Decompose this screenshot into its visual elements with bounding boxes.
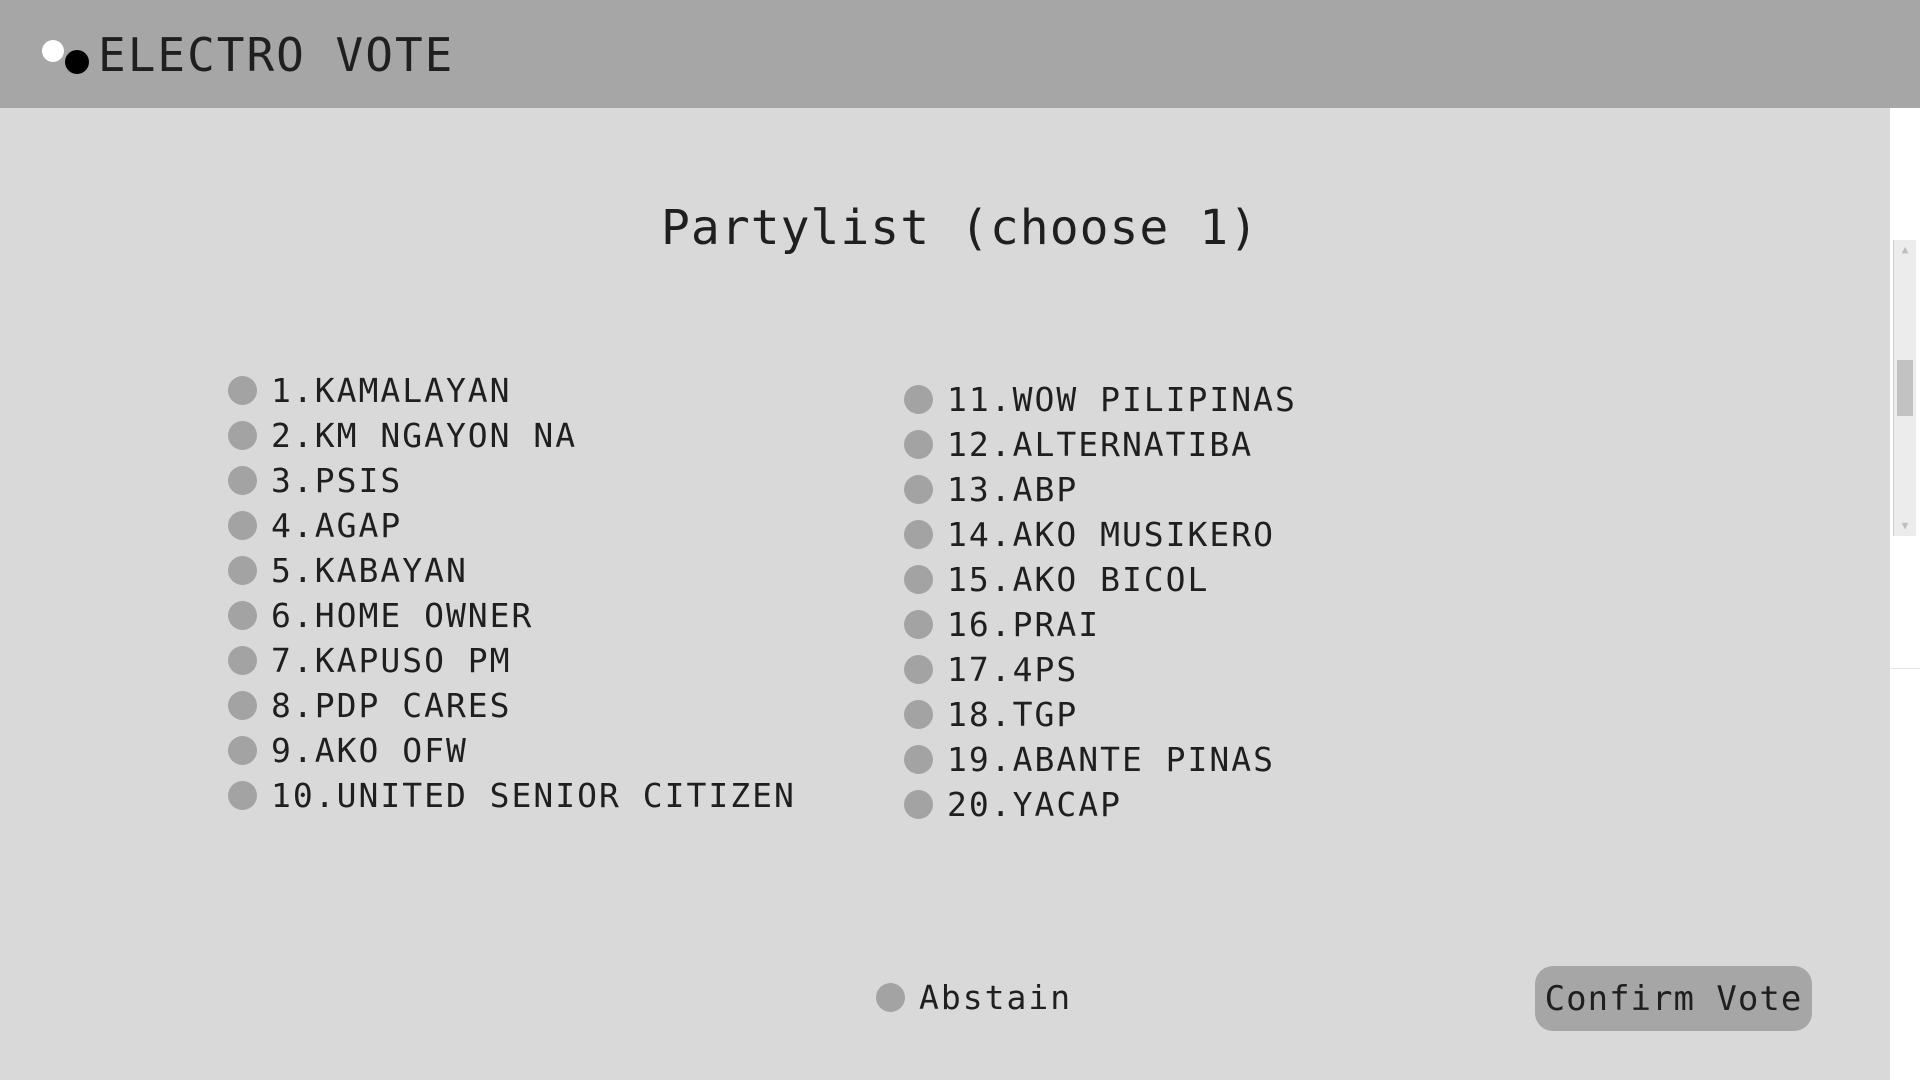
option-tgp[interactable]: 18.TGP (904, 692, 1297, 737)
option-kabayan[interactable]: 5.KABAYAN (228, 548, 796, 593)
option-label: 20.YACAP (947, 785, 1122, 824)
radio-icon[interactable] (904, 655, 933, 684)
radio-icon[interactable] (228, 736, 257, 765)
options-column-left: 1.KAMALAYAN 2.KM NGAYON NA 3.PSIS 4.AGAP… (228, 368, 796, 818)
abstain-label: Abstain (919, 978, 1073, 1017)
option-label: 5.KABAYAN (271, 551, 468, 590)
option-label: 16.PRAI (947, 605, 1101, 644)
radio-icon[interactable] (904, 700, 933, 729)
option-label: 18.TGP (947, 695, 1079, 734)
option-ako-bicol[interactable]: 15.AKO BICOL (904, 557, 1297, 602)
radio-icon[interactable] (228, 646, 257, 675)
option-label: 6.HOME OWNER (271, 596, 534, 635)
radio-icon[interactable] (904, 430, 933, 459)
divider (1890, 668, 1920, 669)
radio-icon[interactable] (228, 691, 257, 720)
radio-icon[interactable] (876, 983, 905, 1012)
option-pdp-cares[interactable]: 8.PDP CARES (228, 683, 796, 728)
option-home-owner[interactable]: 6.HOME OWNER (228, 593, 796, 638)
option-alternatiba[interactable]: 12.ALTERNATIBA (904, 422, 1297, 467)
option-label: 17.4PS (947, 650, 1079, 689)
option-ako-musikero[interactable]: 14.AKO MUSIKERO (904, 512, 1297, 557)
app-header: ELECTRO VOTE (0, 0, 1920, 108)
option-label: 14.AKO MUSIKERO (947, 515, 1276, 554)
option-ako-ofw[interactable]: 9.AKO OFW (228, 728, 796, 773)
logo-white-dot-icon (42, 40, 64, 62)
radio-icon[interactable] (228, 511, 257, 540)
option-label: 15.AKO BICOL (947, 560, 1210, 599)
logo-black-dot-icon (65, 50, 89, 74)
option-yacap[interactable]: 20.YACAP (904, 782, 1297, 827)
option-united-senior-citizen[interactable]: 10.UNITED SENIOR CITIZEN (228, 773, 796, 818)
ballot-panel: Partylist (choose 1) 1.KAMALAYAN 2.KM NG… (0, 108, 1890, 1080)
app-title: ELECTRO VOTE (98, 28, 455, 82)
option-4ps[interactable]: 17.4PS (904, 647, 1297, 692)
radio-icon[interactable] (228, 556, 257, 585)
radio-icon[interactable] (904, 565, 933, 594)
radio-icon[interactable] (228, 601, 257, 630)
option-km-ngayon-na[interactable]: 2.KM NGAYON NA (228, 413, 796, 458)
option-agap[interactable]: 4.AGAP (228, 503, 796, 548)
radio-icon[interactable] (904, 745, 933, 774)
radio-icon[interactable] (904, 385, 933, 414)
scroll-thumb[interactable] (1897, 360, 1913, 416)
option-label: 10.UNITED SENIOR CITIZEN (271, 776, 796, 815)
option-label: 9.AKO OFW (271, 731, 468, 770)
confirm-vote-button[interactable]: Confirm Vote (1535, 966, 1812, 1031)
option-label: 1.KAMALAYAN (271, 371, 512, 410)
page-title: Partylist (choose 1) (661, 200, 1259, 256)
option-abp[interactable]: 13.ABP (904, 467, 1297, 512)
option-label: 4.AGAP (271, 506, 403, 545)
radio-icon[interactable] (904, 520, 933, 549)
option-label: 13.ABP (947, 470, 1079, 509)
radio-icon[interactable] (904, 790, 933, 819)
option-label: 3.PSIS (271, 461, 403, 500)
option-label: 7.KAPUSO PM (271, 641, 512, 680)
option-prai[interactable]: 16.PRAI (904, 602, 1297, 647)
options-column-right: 11.WOW PILIPINAS 12.ALTERNATIBA 13.ABP 1… (904, 377, 1297, 827)
option-psis[interactable]: 3.PSIS (228, 458, 796, 503)
option-label: 19.ABANTE PINAS (947, 740, 1276, 779)
scroll-up-arrow-icon[interactable]: ▲ (1894, 242, 1916, 258)
radio-icon[interactable] (228, 466, 257, 495)
option-wow-pilipinas[interactable]: 11.WOW PILIPINAS (904, 377, 1297, 422)
radio-icon[interactable] (904, 610, 933, 639)
radio-icon[interactable] (904, 475, 933, 504)
scroll-down-arrow-icon[interactable]: ▼ (1894, 518, 1916, 534)
logo-icon (40, 38, 92, 78)
radio-icon[interactable] (228, 421, 257, 450)
abstain-option[interactable]: Abstain (876, 978, 1072, 1017)
option-label: 11.WOW PILIPINAS (947, 380, 1297, 419)
option-kapuso-pm[interactable]: 7.KAPUSO PM (228, 638, 796, 683)
radio-icon[interactable] (228, 376, 257, 405)
option-kamalayan[interactable]: 1.KAMALAYAN (228, 368, 796, 413)
vertical-scrollbar[interactable]: ▲ ▼ (1893, 240, 1916, 536)
option-label: 2.KM NGAYON NA (271, 416, 578, 455)
option-abante-pinas[interactable]: 19.ABANTE PINAS (904, 737, 1297, 782)
radio-icon[interactable] (228, 781, 257, 810)
option-label: 12.ALTERNATIBA (947, 425, 1254, 464)
option-label: 8.PDP CARES (271, 686, 512, 725)
